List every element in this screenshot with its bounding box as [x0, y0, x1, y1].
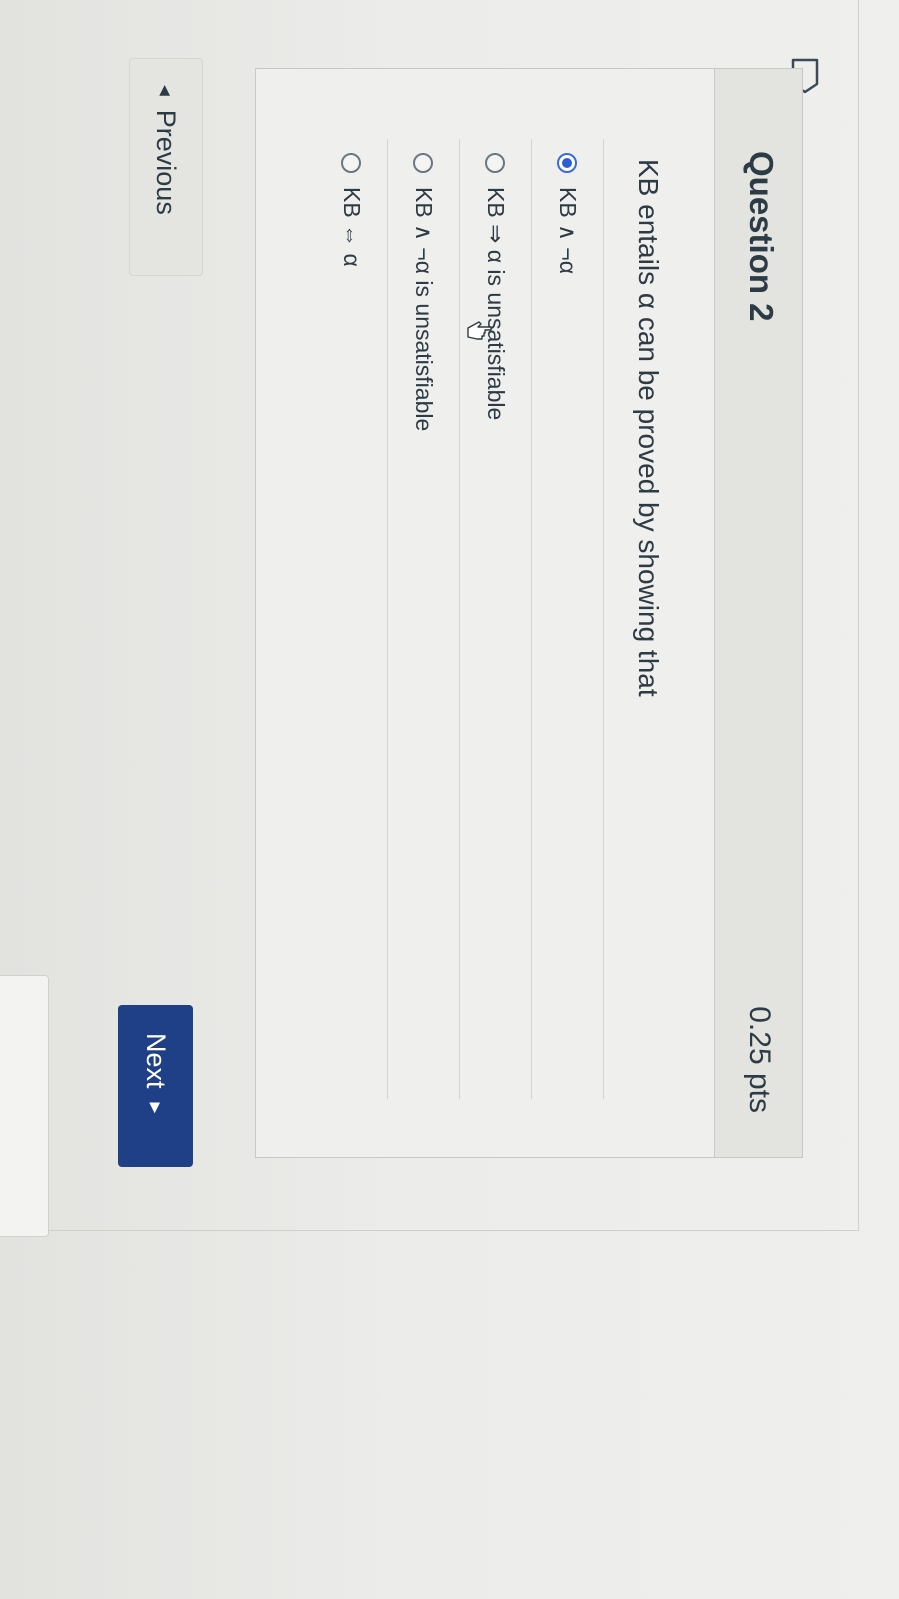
- radio-button[interactable]: [485, 153, 506, 173]
- answer-label: KB ∧ ¬α: [555, 187, 581, 275]
- next-button[interactable]: Next ▶: [118, 1005, 193, 1167]
- question-header: Question 2 0.25 pts: [714, 69, 802, 1157]
- answer-option-3[interactable]: KB ∧ ¬α is unsatisfiable: [388, 139, 460, 1099]
- radio-button[interactable]: [341, 153, 362, 173]
- answer-option-4[interactable]: KB ⇔ α: [316, 139, 388, 1099]
- triangle-right-icon: ▶: [148, 1102, 164, 1114]
- answer-list: KB ∧ ¬α KB ⇒ α is unsatisfiable KB ∧ ¬α …: [316, 139, 604, 1099]
- answer-label: KB ⇔ α: [339, 187, 365, 267]
- radio-button-selected[interactable]: [557, 153, 578, 173]
- question-text: KB entails α can be proved by showing th…: [633, 159, 664, 697]
- answer-option-2[interactable]: KB ⇒ α is unsatisfiable: [460, 139, 532, 1099]
- divider: [858, 0, 859, 1230]
- previous-button[interactable]: ◀ Previous: [129, 58, 203, 276]
- next-label: Next: [141, 1033, 171, 1089]
- answer-label: KB ∧ ¬α is unsatisfiable: [411, 187, 437, 432]
- quiz-page: Question 2 0.25 pts KB entails α can be …: [0, 0, 899, 1599]
- divider: [39, 1230, 859, 1231]
- answer-option-1[interactable]: KB ∧ ¬α: [532, 139, 604, 1099]
- answer-label: KB ⇒ α is unsatisfiable: [483, 187, 509, 421]
- hand-cursor-icon: [467, 321, 492, 340]
- triangle-left-icon: ◀: [158, 85, 175, 96]
- side-panel: [0, 975, 49, 1237]
- radio-button[interactable]: [413, 153, 434, 173]
- previous-label: Previous: [151, 109, 182, 215]
- question-points: 0.25 pts: [743, 1006, 776, 1113]
- screen: Question 2 0.25 pts KB entails α can be …: [0, 0, 899, 1599]
- question-title: Question 2: [743, 151, 780, 322]
- question-card: Question 2 0.25 pts KB entails α can be …: [255, 68, 803, 1158]
